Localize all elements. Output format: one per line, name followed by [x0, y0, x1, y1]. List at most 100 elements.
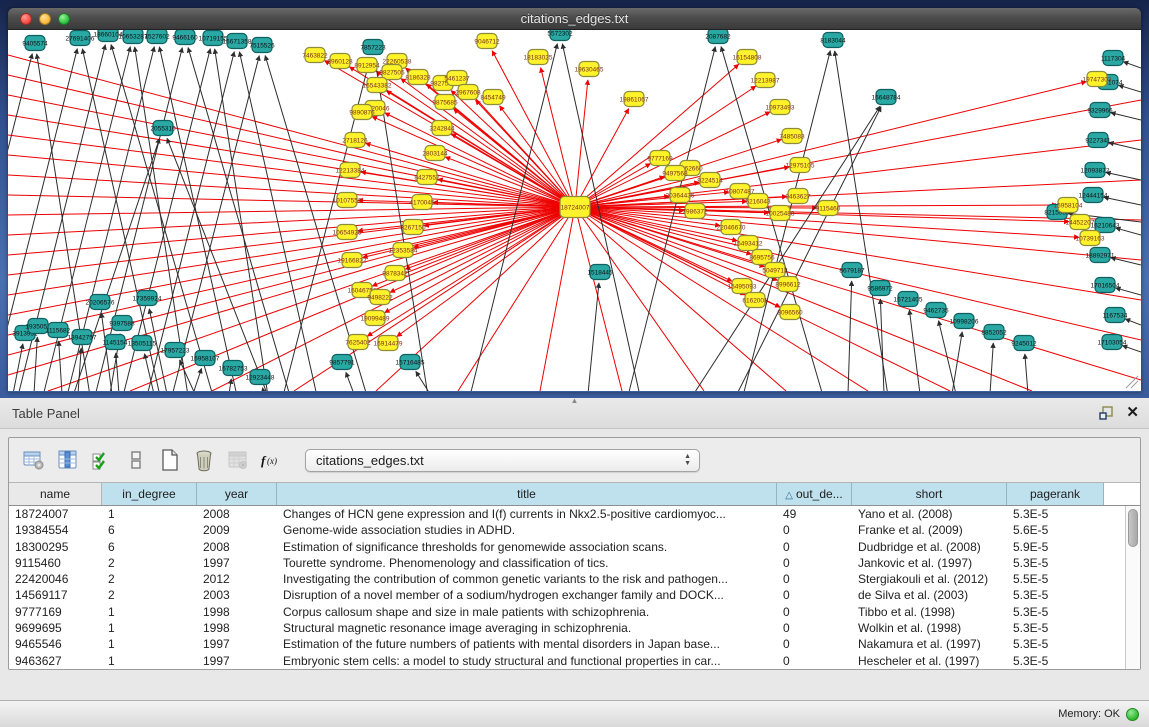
cell-in_degree[interactable]: 1 [102, 604, 197, 620]
graph-node[interactable]: 9462735 [923, 303, 949, 318]
cell-out_degree[interactable]: 0 [777, 539, 852, 555]
cell-pagerank[interactable]: 5.3E-5 [1007, 604, 1104, 620]
cell-out_degree[interactable]: 0 [777, 522, 852, 538]
graph-node[interactable]: 17359924 [133, 291, 162, 306]
column-header-in_degree[interactable]: in_degree [102, 483, 197, 505]
cell-short[interactable]: Stergiakouli et al. (2012) [852, 571, 1007, 587]
network-window-titlebar[interactable]: citations_edges.txt [8, 8, 1141, 30]
column-header-name[interactable]: name [9, 483, 102, 505]
cell-in_degree[interactable]: 2 [102, 571, 197, 587]
cell-year[interactable]: 2008 [197, 506, 277, 522]
graph-node[interactable]: 8960128 [327, 54, 353, 69]
cell-name[interactable]: 9699695 [9, 620, 102, 636]
cell-pagerank[interactable]: 5.3E-5 [1007, 506, 1104, 522]
graph-node[interactable]: 20364436 [666, 188, 695, 203]
graph-node[interactable]: 9224514 [697, 173, 723, 188]
cell-pagerank[interactable]: 5.5E-5 [1007, 571, 1104, 587]
table-row[interactable]: 1830029562008Estimation of significance … [9, 539, 1125, 555]
cell-short[interactable]: Tibbo et al. (1998) [852, 604, 1007, 620]
cell-year[interactable]: 1997 [197, 653, 277, 669]
new-table-icon[interactable] [155, 446, 185, 474]
cell-year[interactable]: 1997 [197, 636, 277, 652]
graph-node[interactable]: 9497568 [662, 166, 688, 181]
cell-in_degree[interactable]: 2 [102, 555, 197, 571]
cell-short[interactable]: de Silva et al. (2003) [852, 587, 1007, 603]
cell-in_degree[interactable]: 6 [102, 539, 197, 555]
table-row[interactable]: 946554611997Estimation of the future num… [9, 636, 1125, 652]
graph-node[interactable]: 10998206 [950, 314, 979, 329]
cell-title[interactable]: Investigating the contribution of common… [277, 571, 777, 587]
network-window[interactable]: citations_edges.txt 94055742769140618660… [8, 8, 1141, 392]
graph-node[interactable]: 7986372 [682, 204, 708, 219]
cell-year[interactable]: 1998 [197, 604, 277, 620]
cell-title[interactable]: Tourette syndrome. Phenomenology and cla… [277, 555, 777, 571]
cell-short[interactable]: Nakamura et al. (1997) [852, 636, 1007, 652]
cell-year[interactable]: 1998 [197, 620, 277, 636]
network-canvas[interactable]: 9405574276914061866010410653287152760294… [8, 30, 1141, 391]
cell-year[interactable]: 2009 [197, 522, 277, 538]
graph-node[interactable]: 15493412 [734, 236, 763, 251]
float-panel-icon[interactable] [1098, 405, 1114, 421]
cell-title[interactable]: Embryonic stem cells: a model to study s… [277, 653, 777, 669]
cell-in_degree[interactable]: 1 [102, 636, 197, 652]
cell-title[interactable]: Changes of HCN gene expression and I(f) … [277, 506, 777, 522]
graph-node[interactable]: 16782753 [219, 361, 248, 376]
graph-node[interactable]: 12975105 [786, 158, 815, 173]
cell-title[interactable]: Estimation of the future numbers of pati… [277, 636, 777, 652]
graph-node[interactable]: 19861067 [620, 92, 649, 107]
cell-out_degree[interactable]: 0 [777, 653, 852, 669]
graph-node[interactable]: 12213987 [751, 73, 780, 88]
scrollbar-thumb[interactable] [1128, 509, 1138, 547]
cell-out_degree[interactable]: 49 [777, 506, 852, 522]
column-header-year[interactable]: year [197, 483, 277, 505]
graph-node[interactable]: 16721405 [894, 292, 923, 307]
graph-node[interactable]: 5572302 [547, 30, 573, 41]
graph-node[interactable]: 12923448 [246, 370, 275, 385]
graph-node[interactable]: 9463627 [785, 189, 811, 204]
graph-node[interactable]: 2967608 [455, 85, 481, 100]
graph-node[interactable]: 10654925 [333, 225, 362, 240]
graph-node[interactable]: 8996612 [775, 277, 801, 292]
function-builder-icon[interactable]: f(x) [257, 446, 287, 474]
graph-node[interactable]: 3242844 [429, 121, 455, 136]
table-settings-icon[interactable] [19, 446, 49, 474]
cell-pagerank[interactable]: 5.3E-5 [1007, 636, 1104, 652]
graph-node[interactable]: 7515526 [249, 38, 275, 53]
graph-node[interactable]: 1527602 [144, 30, 170, 44]
cell-out_degree[interactable]: 0 [777, 587, 852, 603]
table-row[interactable]: 1456911722003Disruption of a novel membe… [9, 587, 1125, 603]
graph-node[interactable]: 18183025 [524, 50, 553, 65]
graph-node[interactable]: 19630465 [575, 62, 604, 77]
graph-node[interactable]: 1167534 [1103, 308, 1128, 323]
graph-node[interactable]: 7625402 [345, 335, 371, 350]
hub-node[interactable]: 18724007 [560, 197, 590, 218]
graph-node[interactable]: 1145154 [103, 335, 128, 350]
cell-in_degree[interactable]: 1 [102, 653, 197, 669]
graph-node[interactable]: 9875685 [432, 95, 458, 110]
graph-node[interactable]: 5461237 [444, 71, 470, 86]
cell-out_degree[interactable]: 0 [777, 604, 852, 620]
import-table-icon[interactable] [223, 446, 253, 474]
cell-name[interactable]: 9465546 [9, 636, 102, 652]
graph-node[interactable]: 9586972 [867, 281, 893, 296]
graph-node[interactable]: 6162001 [742, 293, 768, 308]
cell-short[interactable]: Hescheler et al. (1997) [852, 653, 1007, 669]
cell-title[interactable]: Corpus callosum shape and size in male p… [277, 604, 777, 620]
cell-year[interactable]: 1997 [197, 555, 277, 571]
graph-node[interactable]: 16648784 [872, 90, 901, 105]
graph-node[interactable]: 1117304 [1101, 51, 1126, 66]
graph-node[interactable]: 5049712 [762, 263, 788, 278]
table-row[interactable]: 911546021997Tourette syndrome. Phenomeno… [9, 555, 1125, 571]
graph-node[interactable]: 13505115 [128, 336, 157, 351]
graph-node[interactable]: 8183044 [820, 33, 846, 48]
graph-node[interactable]: 8454749 [480, 90, 506, 105]
cell-in_degree[interactable]: 2 [102, 587, 197, 603]
graph-node[interactable]: 8267150 [400, 220, 426, 235]
cell-pagerank[interactable]: 5.3E-5 [1007, 587, 1104, 603]
cell-year[interactable]: 2012 [197, 571, 277, 587]
splitter-grip-icon[interactable]: ▲ [571, 397, 579, 405]
graph-node[interactable]: 2718126 [342, 133, 368, 148]
cell-title[interactable]: Genome-wide association studies in ADHD. [277, 522, 777, 538]
row-height-icon[interactable] [121, 446, 151, 474]
graph-node[interactable]: 12093872 [1081, 163, 1110, 178]
